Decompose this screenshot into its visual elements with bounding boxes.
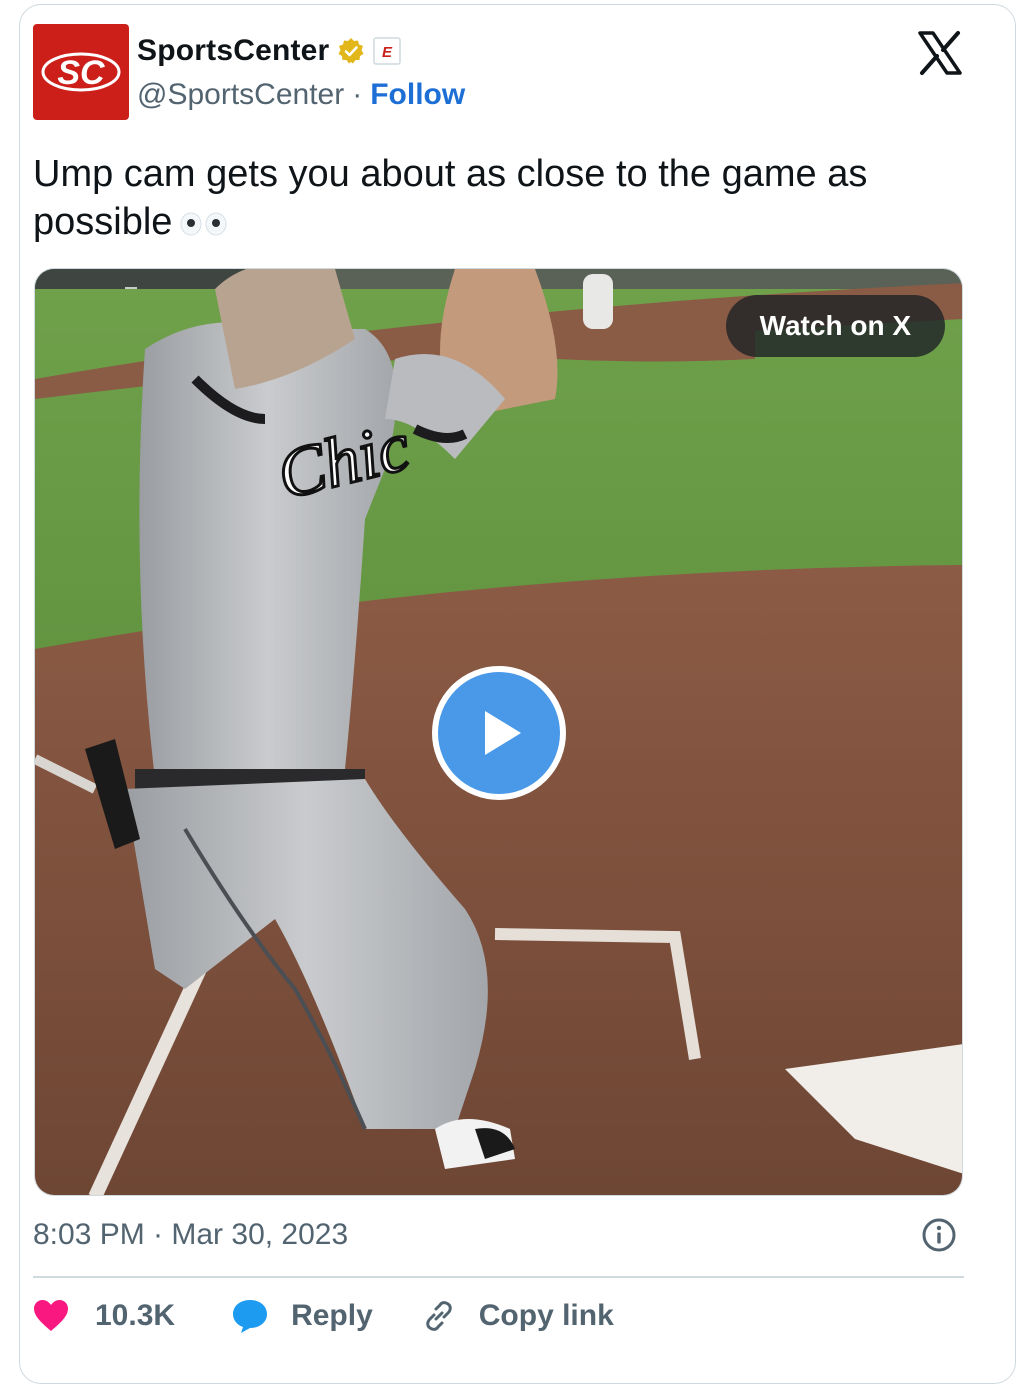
tweet-text: Ump cam gets you about as close to the g… xyxy=(33,150,933,246)
sportscenter-logo-icon: SC xyxy=(41,52,121,92)
link-icon xyxy=(421,1298,457,1334)
copy-link-label: Copy link xyxy=(478,1299,614,1332)
avatar[interactable]: SC xyxy=(33,24,129,120)
play-button[interactable] xyxy=(432,666,566,800)
author-name[interactable]: SportsCenter xyxy=(137,34,329,68)
reply-button[interactable]: Reply xyxy=(231,1298,373,1334)
separator: · xyxy=(352,78,363,111)
watch-on-x-button[interactable]: Watch on X xyxy=(725,295,945,357)
avatar-text: SC xyxy=(57,54,105,92)
action-bar: 10.3K Reply Copy link xyxy=(33,1298,614,1334)
video-player[interactable]: Chic Watch on X xyxy=(34,268,963,1196)
author-handle[interactable]: @SportsCenter xyxy=(137,78,344,112)
author-name-row: SportsCenter E xyxy=(137,34,402,68)
divider xyxy=(33,1276,964,1278)
like-button[interactable]: 10.3K xyxy=(33,1299,175,1333)
eyes-emoji xyxy=(180,212,227,236)
tweet-timestamp[interactable]: 8:03 PM · Mar 30, 2023 xyxy=(33,1218,348,1252)
like-count: 10.3K xyxy=(95,1299,176,1332)
reply-bubble-icon xyxy=(231,1298,269,1334)
author-handle-row: @SportsCenter · Follow xyxy=(137,78,465,112)
heart-icon xyxy=(33,1299,69,1333)
verified-badge-icon xyxy=(337,37,365,65)
svg-text:E: E xyxy=(382,44,393,61)
copy-link-button[interactable]: Copy link xyxy=(421,1298,614,1334)
espn-affiliate-icon[interactable]: E xyxy=(373,37,402,65)
play-icon xyxy=(485,711,521,755)
info-icon[interactable] xyxy=(921,1217,957,1253)
reply-label: Reply xyxy=(291,1299,373,1332)
x-logo-icon[interactable] xyxy=(917,30,963,76)
tweet-body: Ump cam gets you about as close to the g… xyxy=(33,153,868,243)
follow-button[interactable]: Follow xyxy=(370,78,465,112)
